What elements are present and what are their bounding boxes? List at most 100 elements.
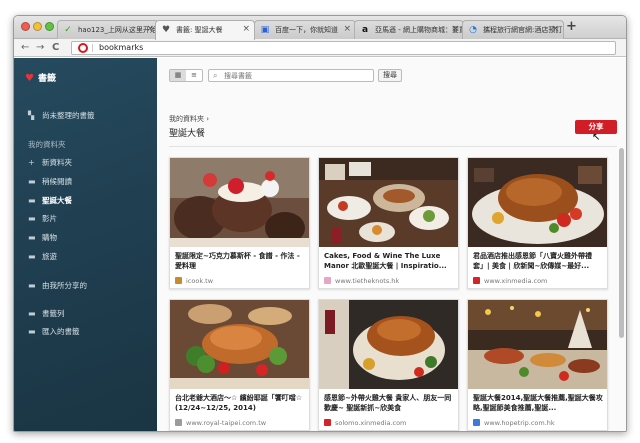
card-title[interactable]: 感恩節~外帶火雞大餐 貴家人、朋友一同歡慶~ 聖誕新抓~欣美食 (324, 393, 455, 415)
card-source: www.tietheknots.hk (324, 277, 399, 285)
tab-close-icon[interactable]: × (242, 24, 250, 34)
search-box: ⌕ (208, 69, 374, 82)
sidebar-item-bookmark-bar[interactable]: ▬ 書籤列 (28, 308, 65, 319)
card-source: www.hopetrip.com.hk (473, 419, 555, 427)
my-folders-label: 我的資料夾 (28, 140, 66, 149)
scrollbar[interactable] (619, 148, 624, 418)
tab-close-icon[interactable]: × (146, 24, 154, 34)
bookmark-card-thanksgiving-turkey[interactable]: 感恩節~外帶火雞大餐 貴家人、朋友一同歡慶~ 聖誕新抓~欣美食 solomo.x… (318, 299, 459, 431)
sidebar-item-label: 由我所分享的 (42, 281, 87, 290)
card-title[interactable]: 君品酒店推出感恩節「八寶火雞外帶禮套」| 美食 | 欣新聞~欣傳媒~最好... (473, 251, 604, 273)
card-source-url: www.tietheknots.hk (335, 277, 400, 285)
sidebar-item-shopping[interactable]: ▬ 購物 (28, 232, 57, 243)
new-tab-button[interactable]: + (566, 19, 577, 34)
reload-icon[interactable]: C (52, 41, 59, 55)
tab-ctrip[interactable]: ◔ 攜程旅行網官網:酒店預訂,機... × (462, 20, 564, 39)
sidebar-header: ♥ 書籤 (25, 71, 56, 84)
sidebar-item-label: 匯入的書籤 (42, 327, 80, 336)
folder-icon: ▬ (28, 214, 36, 223)
breadcrumb[interactable]: 我的資料夾 › (169, 114, 209, 124)
tab-close-icon[interactable]: × (551, 24, 559, 34)
card-title[interactable]: 聖誕限定~巧克力慕斯杯 - 食譜 - 作法 - 愛料理 (175, 251, 306, 273)
card-title[interactable]: Cakes, Food & Wine The Luxe Manor 北歐聖誕大餐… (324, 251, 455, 273)
baidu-icon: ▣ (260, 25, 270, 35)
sidebar-item-shared[interactable]: ▬ 由我所分享的 (28, 280, 87, 291)
sidebar-item-videos[interactable]: ▬ 影片 (28, 213, 57, 224)
scrollbar-thumb[interactable] (619, 148, 624, 338)
browser-toolbar: ← → C bookmarks (14, 39, 626, 57)
zoom-window-button[interactable] (45, 22, 54, 31)
amazon-icon: a (361, 25, 369, 35)
sidebar-item-label: 稍候閱讀 (42, 177, 72, 186)
tab-baidu[interactable]: ▣ 百度一下，你就知道 × (254, 20, 356, 39)
bookmark-card-luxe-manor[interactable]: Cakes, Food & Wine The Luxe Manor 北歐聖誕大餐… (318, 157, 459, 289)
site-favicon-icon (175, 277, 182, 284)
site-favicon-icon (324, 277, 331, 284)
thumbnail-image (319, 158, 458, 247)
bookmark-card-chocolate-mousse[interactable]: 聖誕限定~巧克力慕斯杯 - 食譜 - 作法 - 愛料理 icook.tw (169, 157, 310, 289)
card-source-url: www.xinmedia.com (484, 277, 548, 285)
folder-icon: ▬ (28, 252, 36, 261)
tab-close-icon[interactable]: × (451, 24, 459, 34)
page-title: 聖誕大餐 (169, 129, 206, 139)
site-favicon-icon (473, 419, 480, 426)
forward-arrow-icon[interactable]: → (36, 41, 44, 55)
card-source-url: www.hopetrip.com.hk (484, 419, 555, 427)
card-title[interactable]: 台北老爺大酒店～☆ 繽紛耶誕「饗叮噹☆ (12/24~12/25, 2014) (175, 393, 306, 415)
address-bar[interactable]: bookmarks (71, 41, 616, 55)
minimize-window-button[interactable] (33, 22, 42, 31)
sidebar-item-label: 聖誕大餐 (42, 196, 72, 205)
search-input[interactable] (224, 71, 364, 81)
folder-icon: ▬ (28, 196, 36, 205)
tab-bookmarks[interactable]: ♥ 書籤: 聖誕大餐 × (155, 20, 255, 40)
list-view-icon[interactable]: ≡ (186, 70, 202, 81)
tab-label: hao123_上网从这里开始 (78, 26, 157, 34)
search-button[interactable]: 搜尋 (378, 69, 402, 82)
sidebar-item-read-later[interactable]: ▬ 稍候閱讀 (28, 176, 72, 187)
view-toggle: ▦ ≡ (169, 69, 203, 82)
tab-hao123[interactable]: ✓ hao123_上网从这里开始 × (57, 20, 159, 39)
card-source-url: icook.tw (186, 277, 214, 285)
header-divider (169, 146, 617, 147)
sidebar-item-label: 購物 (42, 233, 57, 242)
sidebar-item-imported[interactable]: ▬ 匯入的書籤 (28, 326, 80, 337)
folder-icon: ▬ (28, 327, 36, 336)
close-window-button[interactable] (21, 22, 30, 31)
tab-close-icon[interactable]: × (343, 24, 351, 34)
sidebar-item-label: 旅遊 (42, 252, 57, 261)
back-arrow-icon[interactable]: ← (21, 41, 29, 55)
sidebar-item-new-folder[interactable]: + 新資料夾 (28, 157, 72, 168)
card-source-url: solomo.xinmedia.com (335, 419, 407, 427)
tab-bar: ✓ hao123_上网从这里开始 × ♥ 書籤: 聖誕大餐 × ▣ 百度一下，你… (14, 16, 626, 40)
opera-logo-icon[interactable] (78, 43, 88, 53)
bookmarks-sidebar: ♥ 書籤 ▚ 尚未整理的書籤 我的資料夾 + 新資料夾 ▬ 稍候閱讀 ▬ 聖誕大餐 ▬ 影片… (14, 58, 157, 431)
bookmark-card-turkey-gift-set[interactable]: 君品酒店推出感恩節「八寶火雞外帶禮套」| 美食 | 欣新聞~欣傳媒~最好... … (467, 157, 608, 289)
folder-icon: ▬ (28, 309, 36, 318)
sidebar-item-unsorted[interactable]: ▚ 尚未整理的書籤 (28, 110, 95, 121)
thumbnail-image (170, 300, 309, 389)
address-text[interactable]: bookmarks (99, 43, 143, 52)
site-favicon-icon (324, 419, 331, 426)
card-source: solomo.xinmedia.com (324, 419, 406, 427)
tab-amazon[interactable]: a 亞馬遜 - 網上購物商城：要買... × (354, 20, 464, 39)
heart-icon: ♥ (161, 25, 171, 35)
site-favicon-icon (175, 419, 182, 426)
card-source-url: www.royal-taipei.com.tw (186, 419, 267, 427)
site-favicon-icon (473, 277, 480, 284)
address-divider (92, 44, 93, 52)
folder-icon: ▬ (28, 177, 36, 186)
tab-label: 百度一下，你就知道 (275, 26, 338, 34)
bookmark-card-royal-taipei[interactable]: 台北老爺大酒店～☆ 繽紛耶誕「饗叮噹☆ (12/24~12/25, 2014) … (169, 299, 310, 431)
sidebar-item-travel[interactable]: ▬ 旅遊 (28, 251, 57, 262)
bookmark-card-hopetrip[interactable]: 聖誕大餐2014,聖誕大餐推薦,聖誕大餐攻略,聖誕節美食推薦,聖誕... www… (467, 299, 608, 431)
card-title[interactable]: 聖誕大餐2014,聖誕大餐推薦,聖誕大餐攻略,聖誕節美食推薦,聖誕... (473, 393, 604, 415)
grid-view-icon[interactable]: ▦ (170, 70, 186, 81)
search-icon: ⌕ (213, 71, 218, 80)
tab-label: 書籤: 聖誕大餐 (176, 26, 223, 34)
card-source: icook.tw (175, 277, 213, 285)
sidebar-item-christmas-dinner[interactable]: ▬ 聖誕大餐 (28, 195, 72, 206)
thumbnail-image (319, 300, 458, 389)
sidebar-title: 書籤 (37, 74, 56, 84)
plus-icon: + (28, 158, 35, 167)
bookmarks-main: ▦ ≡ ⌕ 搜尋 我的資料夾 › 聖誕大餐 分享 ↖ (157, 58, 626, 431)
